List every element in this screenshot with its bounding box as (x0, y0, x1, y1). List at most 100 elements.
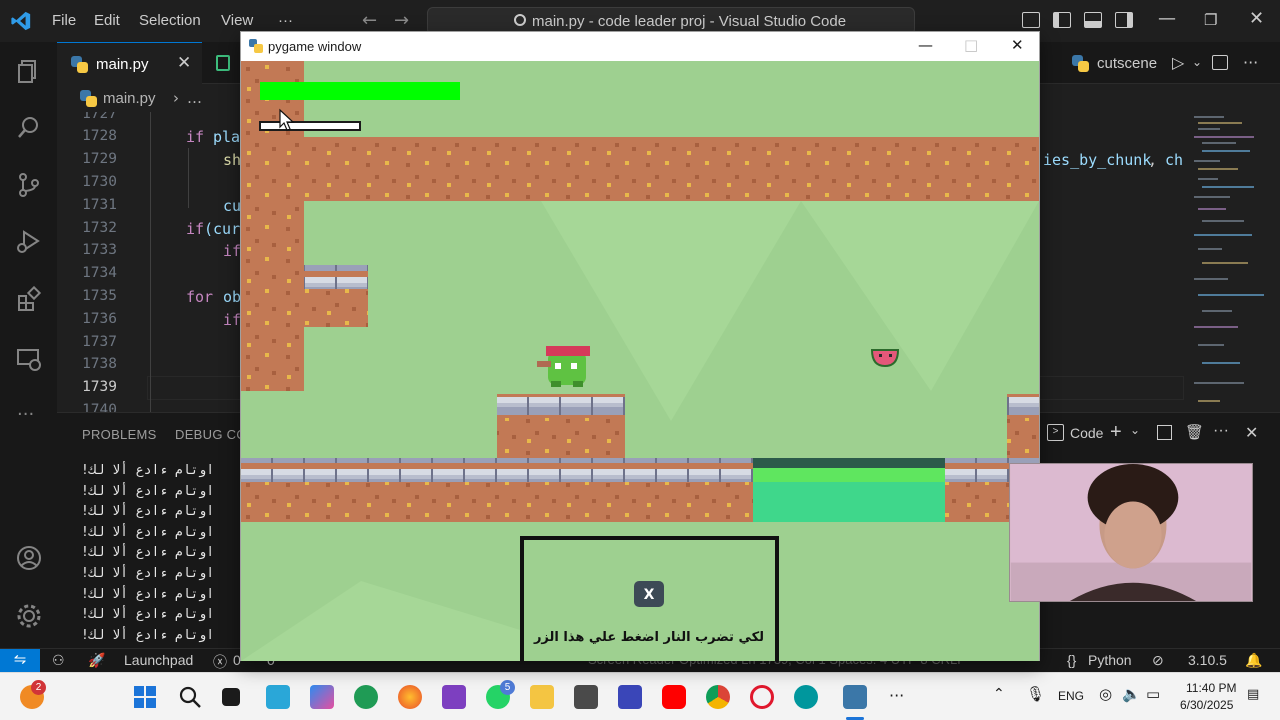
dirt-platform (1007, 418, 1039, 458)
clock-date[interactable]: 6/30/2025 (1180, 698, 1233, 712)
new-terminal-icon[interactable]: + (1110, 421, 1122, 444)
search-icon[interactable] (16, 114, 42, 140)
opera-icon[interactable] (750, 685, 774, 709)
kill-terminal-trash-icon[interactable]: 🗑 (1185, 423, 1204, 441)
run-play-icon[interactable]: ▷ (1172, 53, 1184, 72)
errors-icon: ⓧ (213, 654, 227, 670)
affinity-app-icon[interactable] (618, 685, 642, 709)
battery-icon[interactable]: ▭ (1146, 685, 1160, 703)
extensions-icon[interactable] (16, 286, 42, 312)
toggle-panel-icon[interactable] (1084, 12, 1102, 28)
terminal-line: !اوتام ءادع ألا لك (81, 463, 215, 478)
close-tab-icon[interactable]: ✕ (177, 53, 191, 73)
clock-time[interactable]: 11:40 PM (1186, 681, 1236, 695)
chevron-down-icon[interactable]: ⌄ (1192, 55, 1202, 69)
customize-layout-icon[interactable] (1022, 12, 1040, 28)
menu-edit[interactable]: Edit (94, 12, 120, 29)
python-file-icon (1072, 55, 1089, 72)
menu-selection[interactable]: Selection (139, 12, 201, 29)
split-terminal-icon[interactable] (1157, 425, 1172, 440)
accounts-status-icon[interactable]: ⚇ (52, 652, 65, 669)
split-editor-icon[interactable] (1212, 55, 1228, 70)
input-language[interactable]: ENG (1058, 689, 1084, 703)
notifications-bell-icon[interactable]: 🔔 (1245, 652, 1262, 669)
manage-gear-icon[interactable] (16, 603, 42, 629)
terminal-name[interactable]: Code (1070, 425, 1103, 441)
account-icon[interactable] (16, 545, 42, 571)
close-panel-icon[interactable]: ✕ (1245, 423, 1258, 443)
breadcrumb-more[interactable]: … (187, 89, 202, 107)
close-window-icon[interactable]: ✕ (1011, 36, 1024, 54)
dirt-block (304, 289, 368, 327)
game-canvas[interactable]: X لكي تضرب النار اضغط علي هذا الزر (241, 61, 1039, 661)
file-type-icon[interactable] (216, 55, 230, 71)
code-token: ob (223, 288, 242, 306)
chevron-up-icon[interactable]: ⌃ (993, 686, 1005, 702)
whatsapp-badge: 5 (500, 680, 515, 695)
close-window-icon[interactable]: ✕ (1249, 8, 1264, 29)
breadcrumb-file[interactable]: main.py (103, 90, 156, 107)
stone-ledge (304, 265, 368, 289)
tab-debug-console[interactable]: DEBUG CO (175, 427, 247, 442)
run-debug-icon[interactable] (16, 228, 42, 254)
menu-more[interactable]: ··· (278, 12, 293, 29)
toggle-primary-sidebar-icon[interactable] (1053, 12, 1071, 28)
firefox-icon[interactable] (398, 685, 422, 709)
minimize-icon[interactable]: — (1158, 8, 1176, 29)
tab-problems[interactable]: PROBLEMS (82, 427, 157, 442)
minimap[interactable] (1184, 112, 1266, 412)
visual-studio-icon[interactable] (442, 685, 466, 709)
line-number: 1735 (82, 288, 117, 304)
file-explorer-icon[interactable] (530, 685, 554, 709)
windows-start-icon[interactable] (133, 685, 157, 709)
task-view-icon[interactable] (222, 688, 240, 706)
launchpad-label[interactable]: Launchpad (124, 652, 193, 668)
microphone-icon[interactable]: 🎙 (1026, 685, 1045, 703)
volume-icon[interactable]: 🔈 (1122, 685, 1141, 703)
terminal-icon: > (1047, 424, 1064, 441)
menu-file[interactable]: File (52, 12, 76, 29)
pygame-snake-icon (249, 39, 263, 53)
restore-icon[interactable]: ❐ (1204, 11, 1217, 29)
source-control-icon[interactable] (16, 172, 42, 198)
pygame-title-bar[interactable]: pygame window — □ ✕ (241, 32, 1039, 61)
more-actions-icon[interactable]: ··· (1213, 422, 1229, 440)
line-number: 1729 (82, 151, 117, 167)
pygame-window[interactable]: pygame window — □ ✕ X لكي تضرب النار اضغ… (240, 31, 1040, 661)
monitor-app-icon[interactable] (266, 685, 290, 709)
remote-indicator-icon[interactable]: ⇋ (0, 649, 40, 673)
unity-icon[interactable] (574, 685, 598, 709)
chrome-icon[interactable] (706, 685, 730, 709)
language-mode[interactable]: Python (1088, 652, 1132, 668)
stone-platform (1007, 394, 1039, 418)
network-icon[interactable]: ◎ (1099, 685, 1112, 703)
python-version[interactable]: 3.10.5 (1188, 652, 1227, 668)
fire-button-label: X (644, 587, 655, 603)
minimize-icon[interactable]: — (918, 36, 933, 54)
back-arrow-icon[interactable]: ← (362, 10, 377, 31)
chevron-down-icon[interactable]: ⌄ (1130, 423, 1140, 437)
terminal-line: !اوتام ءادع ألا لك (81, 586, 215, 602)
forward-arrow-icon[interactable]: → (394, 10, 409, 31)
more-views-icon[interactable]: ··· (17, 404, 34, 425)
search-icon[interactable] (178, 685, 202, 709)
explorer-icon[interactable] (16, 58, 42, 84)
youtube-icon[interactable] (662, 685, 686, 709)
tab-main-py[interactable]: main.py ✕ (57, 42, 202, 84)
arduino-icon[interactable] (794, 685, 818, 709)
pygame-taskbar-icon[interactable] (843, 685, 867, 709)
vscode-logo-icon (11, 11, 31, 31)
code-token: if (223, 311, 242, 329)
copilot-icon[interactable]: ⊘ (1152, 652, 1164, 669)
toggle-secondary-sidebar-icon[interactable] (1115, 12, 1133, 28)
more-actions-icon[interactable]: ··· (1243, 53, 1258, 72)
edge-browser-icon[interactable] (354, 685, 378, 709)
more-apps-icon[interactable]: ··· (889, 686, 904, 705)
terminal-line: !اوتام ءادع ألا لك (81, 627, 215, 643)
notification-center-icon[interactable]: ▤ (1247, 687, 1259, 702)
copilot-app-icon[interactable] (310, 685, 334, 709)
code-token: if (223, 242, 242, 260)
remote-explorer-icon[interactable] (16, 346, 42, 372)
tab-cutscene[interactable]: cutscene (1097, 55, 1157, 72)
menu-view[interactable]: View (221, 12, 253, 29)
